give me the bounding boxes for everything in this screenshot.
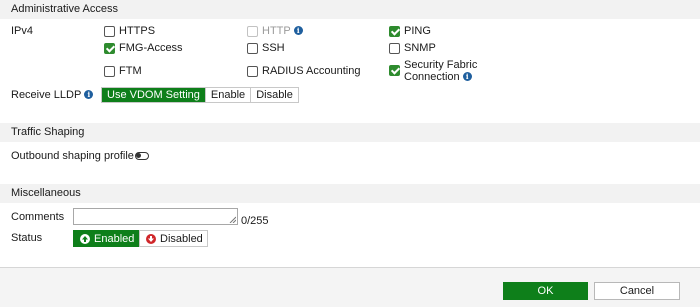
comments-label: Comments	[11, 211, 65, 223]
ping-label: PING	[404, 25, 431, 37]
info-icon[interactable]: i	[462, 72, 472, 81]
section-header-traffic-shaping: Traffic Shaping	[0, 123, 700, 142]
lldp-option-enable[interactable]: Enable	[205, 88, 252, 102]
ssh-checkbox[interactable]	[247, 43, 258, 54]
cancel-button[interactable]: Cancel	[594, 282, 680, 300]
http-checkbox[interactable]	[247, 26, 258, 37]
snmp-label: SNMP	[404, 42, 436, 54]
status-disabled-label: Disabled	[160, 232, 203, 245]
radius-accounting-checkbox[interactable]	[247, 66, 258, 77]
security-fabric-label-line2: Connection	[404, 71, 460, 83]
ssh-label: SSH	[262, 42, 285, 54]
lldp-option-disable[interactable]: Disable	[251, 88, 298, 102]
ping-checkbox[interactable]	[389, 26, 400, 37]
security-fabric-option: Security Fabric Connection i	[404, 59, 477, 83]
receive-lldp-selector: Use VDOM Setting Enable Disable	[101, 87, 299, 103]
fmg-access-label: FMG-Access	[119, 42, 183, 54]
info-icon[interactable]: i	[84, 90, 94, 99]
status-label: Status	[11, 232, 43, 244]
status-disabled-button[interactable]: Disabled	[139, 230, 208, 247]
security-fabric-checkbox[interactable]	[389, 65, 400, 76]
comments-char-count: 0/255	[241, 215, 269, 227]
ipv4-label: IPv4	[11, 25, 34, 37]
ok-button[interactable]: OK	[503, 282, 588, 300]
outbound-shaping-toggle[interactable]	[135, 152, 149, 160]
lldp-option-use-vdom-setting[interactable]: Use VDOM Setting	[102, 88, 206, 102]
status-enabled-label: Enabled	[94, 232, 135, 245]
fmg-access-checkbox[interactable]	[104, 43, 115, 54]
info-icon[interactable]: i	[293, 26, 303, 35]
receive-lldp-label: Receive LLDP	[11, 89, 82, 101]
arrow-up-circle-icon	[80, 233, 90, 244]
http-option: HTTP i	[262, 25, 303, 37]
ftm-checkbox[interactable]	[104, 66, 115, 77]
security-fabric-label-line1: Security Fabric	[404, 59, 478, 71]
interface-settings-panel: Administrative Access IPv4 HTTPS FMG-Acc…	[0, 0, 700, 268]
section-header-miscellaneous: Miscellaneous	[0, 184, 700, 203]
section-header-administrative-access: Administrative Access	[0, 0, 700, 19]
comments-textarea[interactable]	[73, 208, 238, 225]
http-label: HTTP	[262, 25, 291, 37]
radius-accounting-label: RADIUS Accounting	[262, 65, 361, 77]
snmp-checkbox[interactable]	[389, 43, 400, 54]
https-label: HTTPS	[119, 25, 156, 37]
arrow-down-circle-icon	[146, 233, 156, 244]
receive-lldp-field: Receive LLDP i	[11, 89, 94, 101]
https-checkbox[interactable]	[104, 26, 115, 37]
toggle-knob	[136, 153, 141, 158]
ftm-label: FTM	[119, 65, 142, 77]
resize-handle-icon[interactable]	[229, 216, 236, 223]
status-enabled-button[interactable]: Enabled	[73, 230, 139, 247]
outbound-shaping-profile-label: Outbound shaping profile	[11, 150, 134, 162]
